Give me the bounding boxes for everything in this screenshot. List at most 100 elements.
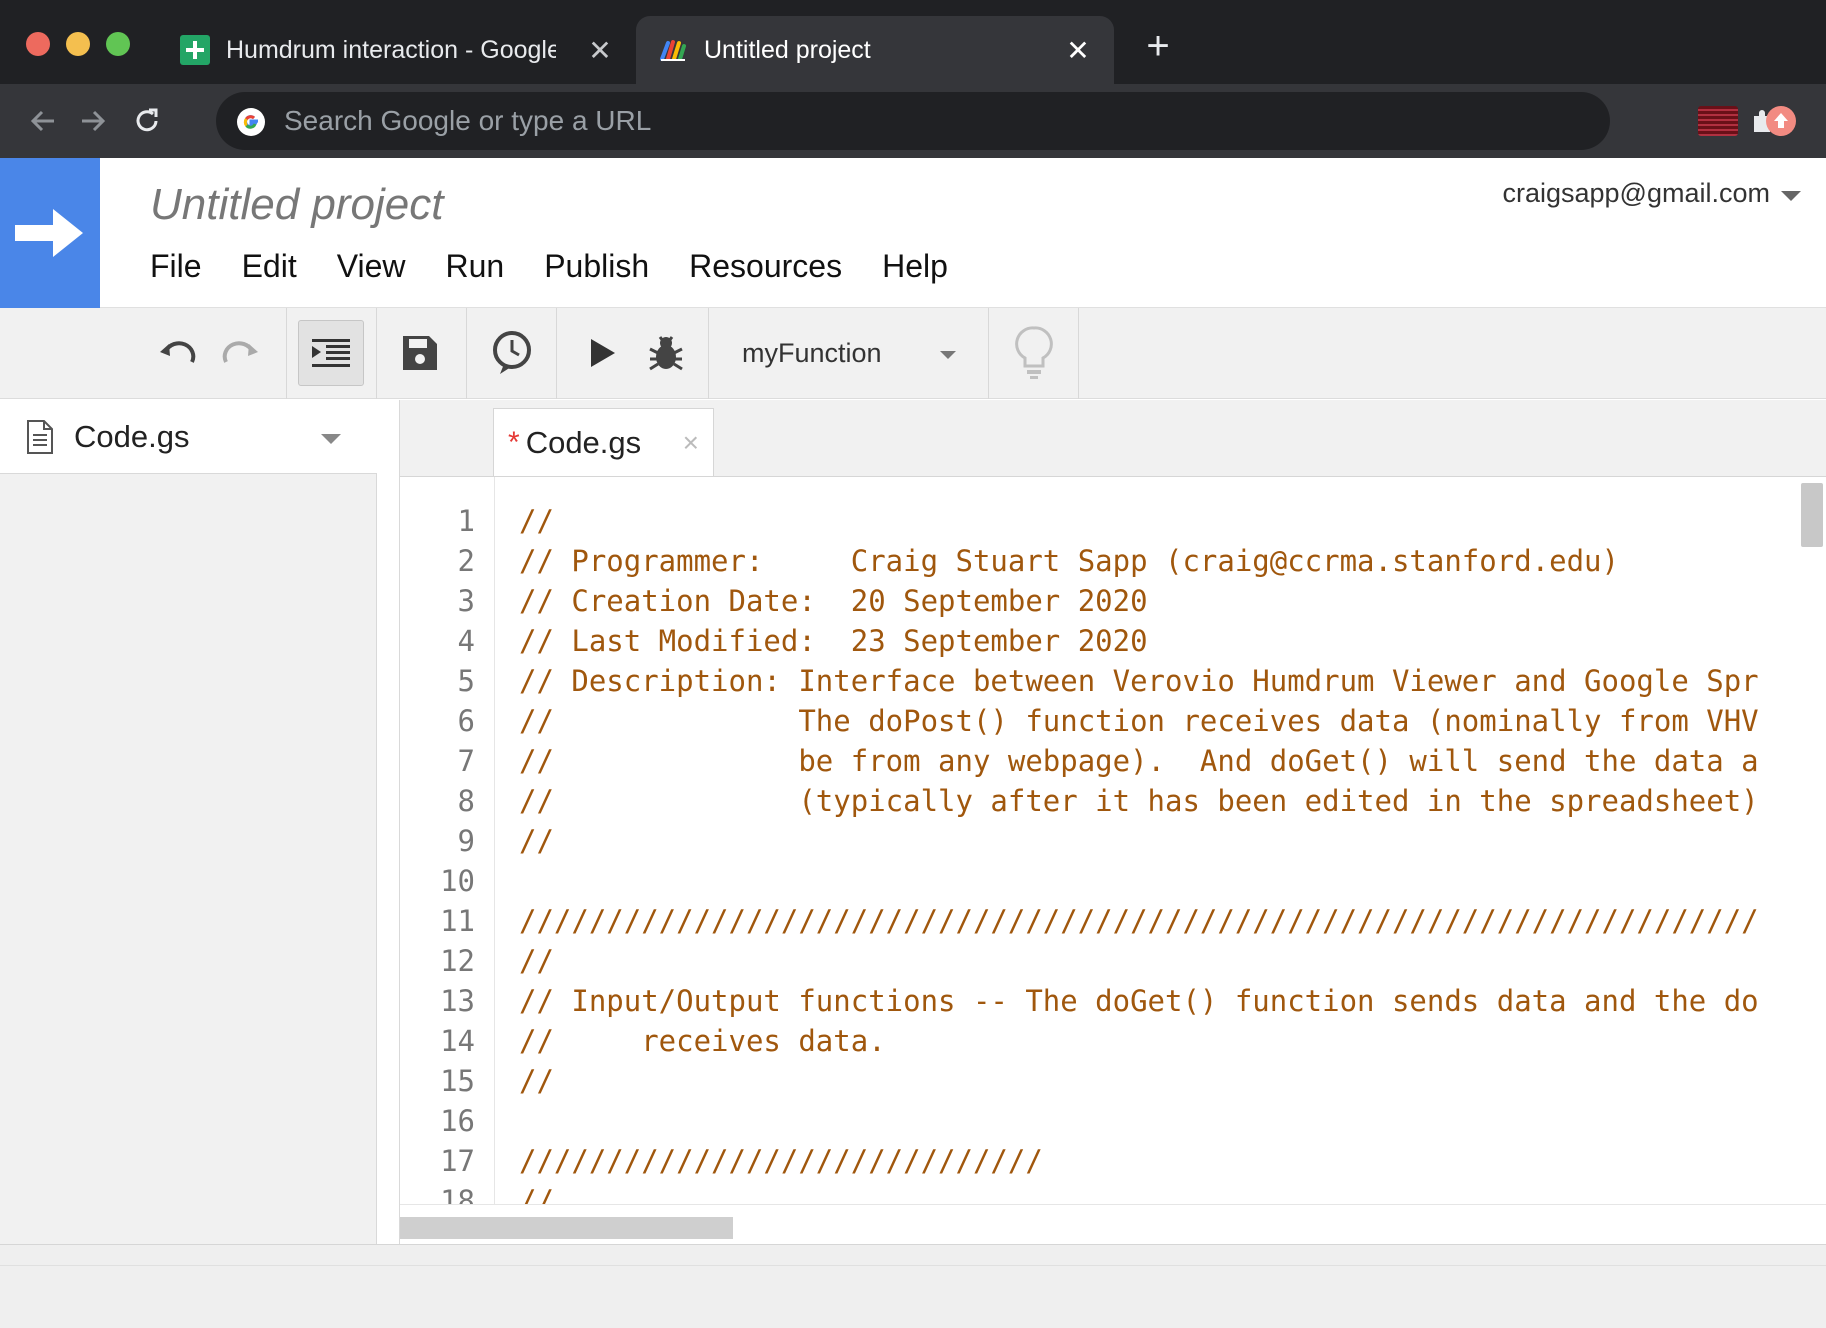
code-text: // Programmer: Craig Stuart Sapp (craig@… (519, 544, 1619, 578)
menu-run[interactable]: Run (445, 248, 504, 285)
line-number: 10 (440, 864, 475, 898)
modified-asterisk-icon: * (508, 425, 520, 459)
line-number: 11 (440, 904, 475, 938)
browser-toolbar (0, 84, 1826, 158)
chevron-down-icon[interactable] (321, 434, 341, 444)
browser-tab-untitled-project[interactable]: Untitled project ✕ (636, 16, 1114, 84)
function-select[interactable]: myFunction (742, 320, 972, 386)
account-email[interactable]: craigsapp@gmail.com (1502, 178, 1770, 209)
code-text: // (519, 824, 554, 858)
project-title[interactable]: Untitled project (150, 180, 443, 230)
line-number: 4 (457, 624, 475, 658)
browser-tab-sheets[interactable]: Humdrum interaction - Google Sheets ✕ (158, 16, 636, 84)
code-line[interactable]: 12 // (400, 941, 1779, 981)
line-number: 1 (457, 504, 475, 538)
address-input[interactable] (284, 92, 1584, 150)
code-text: // (519, 1064, 554, 1098)
code-text: // (519, 944, 554, 978)
code-line[interactable]: 3 // Creation Date: 20 September 2020 (400, 581, 1779, 621)
code-line[interactable]: 6 // The doPost() function receives data … (400, 701, 1779, 741)
tab-title: Untitled project (704, 35, 871, 64)
chevron-down-icon[interactable] (1781, 191, 1801, 201)
close-icon[interactable]: ✕ (584, 34, 616, 66)
horizontal-scrollbar[interactable] (400, 1204, 1826, 1244)
file-item[interactable]: Code.gs (0, 400, 377, 474)
menu-file[interactable]: File (150, 248, 202, 285)
line-number: 5 (457, 664, 475, 698)
apps-script-logo[interactable] (0, 158, 100, 308)
close-icon[interactable]: × (683, 427, 699, 459)
code-text: // Last Modified: 23 September 2020 (519, 624, 1148, 658)
code-line[interactable]: 18 // (400, 1181, 1779, 1204)
vertical-scrollbar[interactable] (1797, 477, 1826, 1204)
code-line[interactable]: 16 (400, 1101, 1779, 1141)
menu-edit[interactable]: Edit (242, 248, 297, 285)
browser-tab-strip: Humdrum interaction - Google Sheets ✕ Un… (0, 0, 1826, 84)
code-line[interactable]: 11 //////////////////////////////////////… (400, 901, 1779, 941)
function-select-value: myFunction (742, 337, 882, 368)
code-text: // Input/Output functions -- The doGet()… (519, 984, 1759, 1018)
code-text: ////////////////////////////// (519, 1144, 1043, 1178)
code-line[interactable]: 2 // Programmer: Craig Stuart Sapp (craig… (400, 541, 1779, 581)
line-number: 3 (457, 584, 475, 618)
line-number: 16 (440, 1104, 475, 1138)
code-editor[interactable]: 1 // 2 // Programmer: Craig Stuart Sapp (cr… (400, 476, 1826, 1204)
indent-button[interactable] (298, 320, 364, 386)
extension-thumbnail-icon[interactable] (1696, 102, 1740, 140)
back-arrow-icon (30, 110, 54, 132)
lightbulb-button[interactable] (1004, 320, 1064, 386)
code-line[interactable]: 7 // be from any webpage). And doGet() wi… (400, 741, 1779, 781)
code-text: // Description: Interface between Verovi… (519, 664, 1759, 698)
chevron-down-icon (940, 351, 956, 359)
code-line[interactable]: 15 // (400, 1061, 1779, 1101)
reload-button[interactable] (126, 100, 168, 142)
line-number: 8 (457, 784, 475, 818)
back-button[interactable] (22, 100, 64, 142)
line-number: 15 (440, 1064, 475, 1098)
code-line[interactable]: 4 // Last Modified: 23 September 2020 (400, 621, 1779, 661)
code-line[interactable]: 17 ////////////////////////////// (400, 1141, 1779, 1181)
app-header: Untitled project craigsapp@gmail.com Fil… (0, 158, 1826, 308)
code-line[interactable]: 5 // Description: Interface between Verov… (400, 661, 1779, 701)
menu-resources[interactable]: Resources (689, 248, 842, 285)
minimize-window-button[interactable] (66, 32, 90, 56)
undo-button[interactable] (150, 320, 202, 386)
code-line[interactable]: 13 // Input/Output functions -- The doGet… (400, 981, 1779, 1021)
code-line[interactable]: 8 // (typically after it has been edited … (400, 781, 1779, 821)
bug-icon (649, 336, 683, 371)
editor-area: * Code.gs × 1 // 2 // Programmer: Craig Stu… (399, 400, 1826, 1244)
menu-view[interactable]: View (337, 248, 406, 285)
save-button[interactable] (392, 320, 448, 386)
redo-button[interactable] (216, 320, 268, 386)
menu-publish[interactable]: Publish (544, 248, 649, 285)
forward-arrow-icon (82, 110, 106, 132)
code-text: // receives data. (519, 1024, 886, 1058)
new-tab-button[interactable]: + (1140, 26, 1176, 66)
code-text: // Creation Date: 20 September 2020 (519, 584, 1148, 618)
editor-tab-code-gs[interactable]: * Code.gs × (493, 408, 714, 476)
update-icon[interactable] (1762, 102, 1800, 140)
line-number: 12 (440, 944, 475, 978)
vertical-scrollbar-thumb[interactable] (1801, 483, 1823, 547)
code-line[interactable]: 14 // receives data. (400, 1021, 1779, 1061)
indent-icon (312, 339, 350, 367)
close-window-button[interactable] (26, 32, 50, 56)
play-icon (591, 339, 615, 367)
file-name: Code.gs (74, 418, 190, 454)
debug-button[interactable] (638, 320, 694, 386)
tab-title: Humdrum interaction - Google Sheets (226, 35, 556, 64)
triggers-button[interactable] (482, 320, 542, 386)
code-text: ////////////////////////////////////////… (519, 904, 1759, 938)
forward-button[interactable] (72, 100, 114, 142)
close-icon[interactable]: ✕ (1062, 34, 1094, 66)
code-line[interactable]: 10 (400, 861, 1779, 901)
code-line[interactable]: 1 // (400, 501, 1779, 541)
clock-icon (493, 331, 531, 374)
redo-icon (222, 341, 258, 363)
run-button[interactable] (574, 320, 630, 386)
code-lines: 1 // 2 // Programmer: Craig Stuart Sapp (cr… (400, 501, 1779, 1204)
code-line[interactable]: 9 // (400, 821, 1779, 861)
menu-help[interactable]: Help (882, 248, 948, 285)
horizontal-scrollbar-thumb[interactable] (400, 1217, 733, 1239)
zoom-window-button[interactable] (106, 32, 130, 56)
